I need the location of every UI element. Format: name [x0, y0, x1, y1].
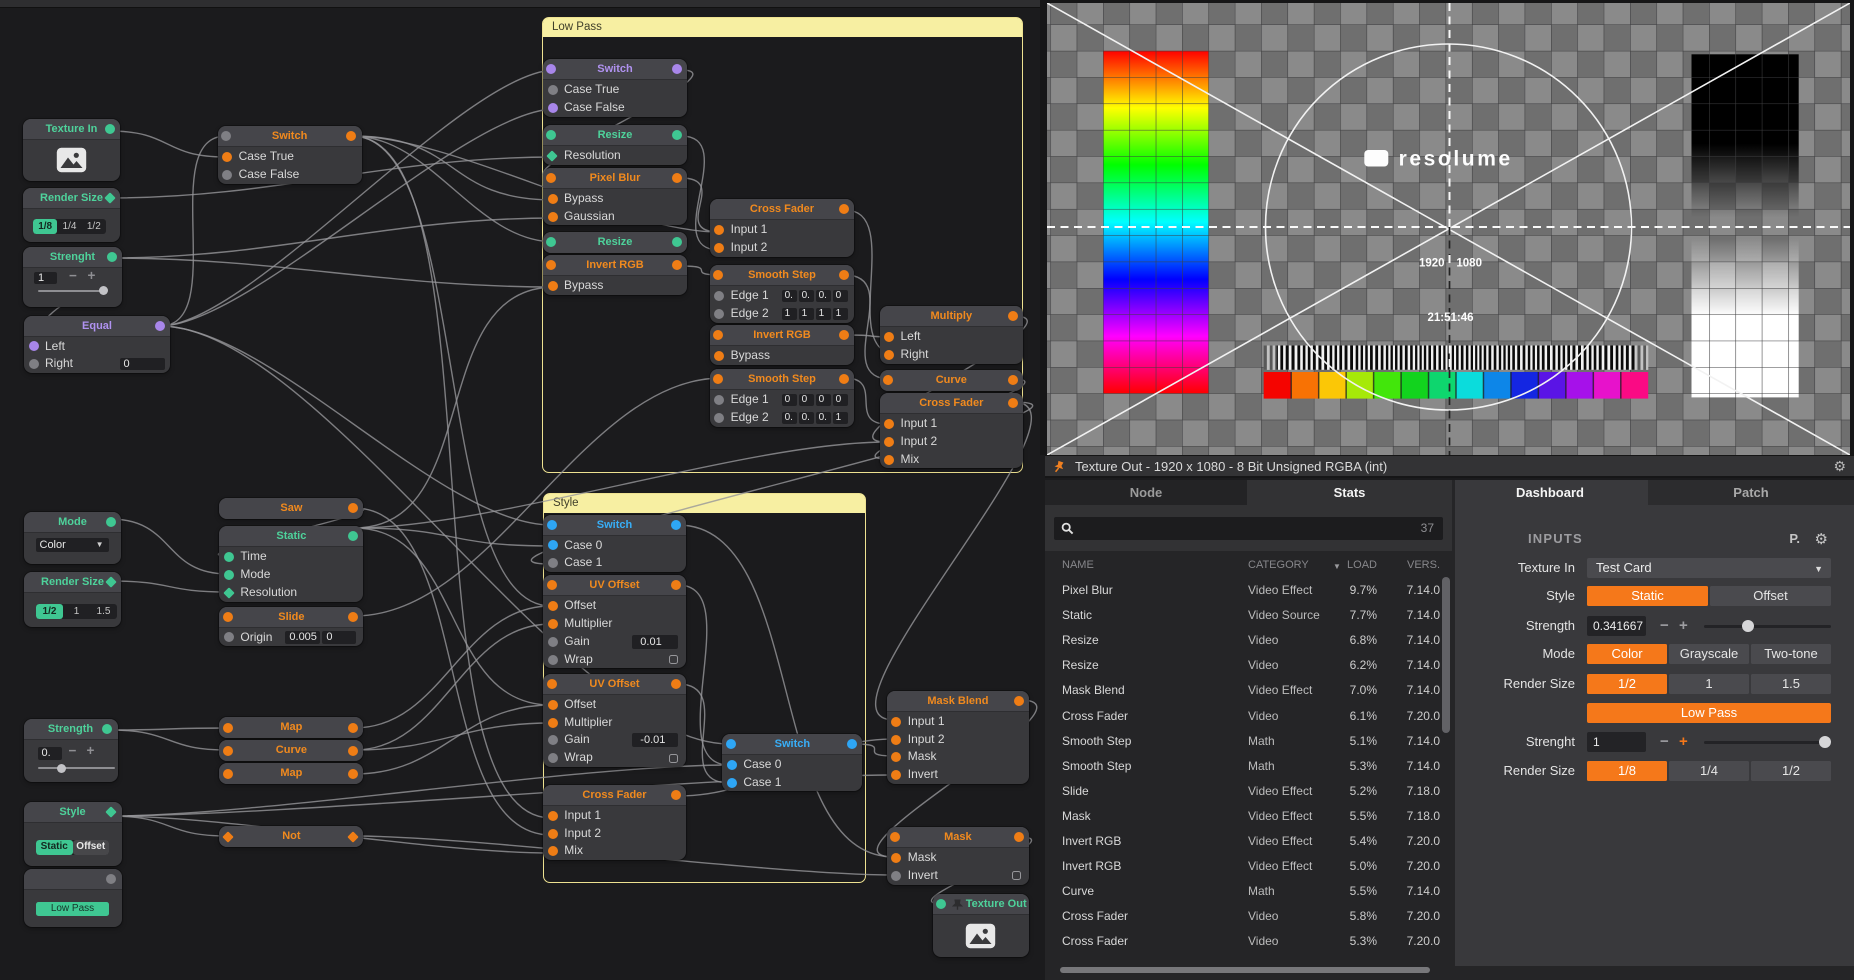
svg-text:1080: 1080 — [1456, 257, 1482, 269]
svg-text:1920: 1920 — [1419, 257, 1445, 269]
svg-text:21:51:46: 21:51:46 — [1427, 312, 1473, 324]
svg-text:resolume: resolume — [1399, 147, 1513, 170]
